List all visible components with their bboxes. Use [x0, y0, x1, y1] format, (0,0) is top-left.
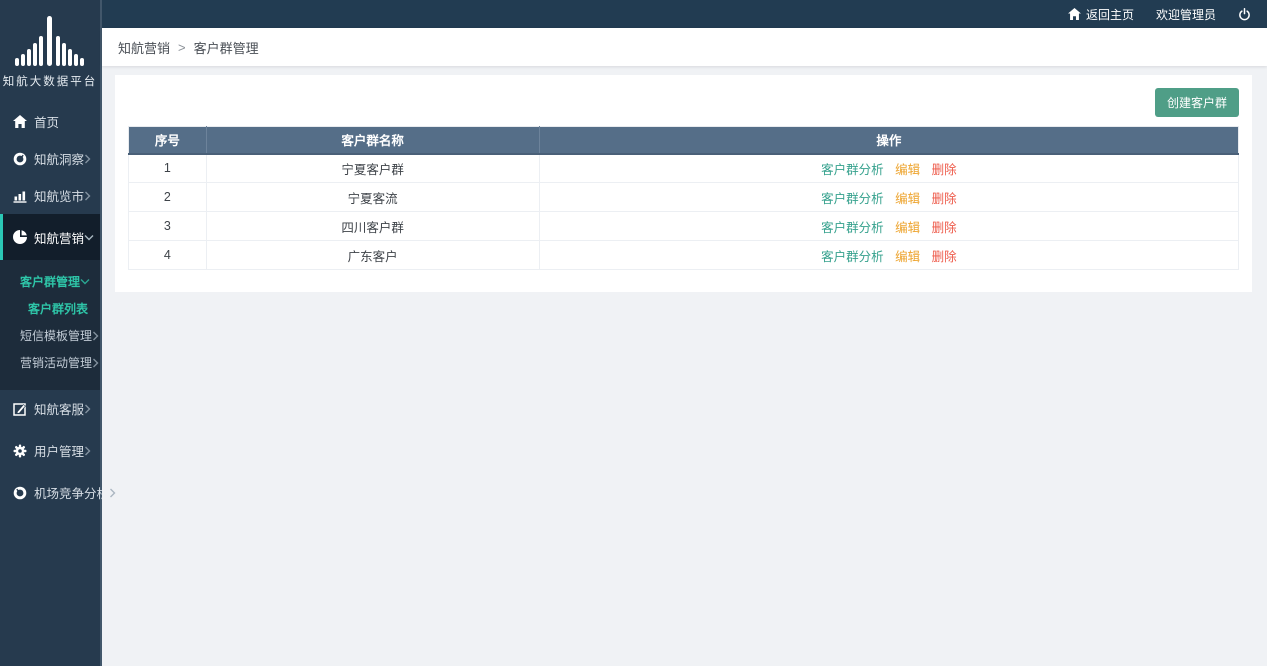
customer-group-panel: 创建客户群 序号 客户群名称 操作 1 宁夏客户群 客户群分析 编辑 删除 2 … [115, 75, 1252, 292]
bar-chart-icon [12, 189, 27, 203]
submenu-item-campaign-mgmt[interactable]: 营销活动管理 [0, 349, 100, 376]
submenu-item-label: 客户群管理 [20, 275, 81, 289]
chevron-right-icon [92, 358, 99, 368]
sidebar-item-label: 知航洞察 [34, 153, 85, 167]
delete-link[interactable]: 删除 [932, 221, 957, 235]
sidebar-item-label: 知航览市 [34, 190, 85, 204]
marketing-submenu: 客户群管理 客户群列表 短信模板管理 营销活动管理 [0, 260, 100, 390]
brand-logo-icon [15, 16, 84, 66]
chevron-down-icon [84, 234, 94, 241]
delete-link[interactable]: 删除 [932, 192, 957, 206]
cell-name: 广东客户 [205, 240, 540, 270]
sidebar-item-label: 知航客服 [34, 403, 85, 417]
header-name: 客户群名称 [206, 126, 540, 155]
gear-icon [12, 444, 27, 458]
delete-link[interactable]: 删除 [932, 250, 957, 264]
sidebar-item-label: 用户管理 [34, 445, 85, 459]
header-ops: 操作 [539, 126, 1239, 155]
edit-link[interactable]: 编辑 [895, 221, 920, 235]
cell-name: 宁夏客流 [205, 182, 540, 212]
back-home-label: 返回主页 [1085, 7, 1134, 22]
power-icon[interactable] [1238, 7, 1251, 21]
create-group-button[interactable]: 创建客户群 [1154, 88, 1239, 117]
table-row: 1 宁夏客户群 客户群分析 编辑 删除 [128, 153, 1240, 183]
sidebar-item-label: 知航营销 [34, 231, 85, 246]
insight-gauge-icon [12, 152, 27, 166]
cell-ops: 客户群分析 编辑 删除 [538, 240, 1240, 270]
cell-name: 宁夏客户群 [205, 153, 540, 183]
edit-link[interactable]: 编辑 [895, 163, 920, 177]
analyze-link[interactable]: 客户群分析 [821, 250, 884, 264]
header-no: 序号 [128, 126, 207, 155]
customer-group-table: 序号 客户群名称 操作 1 宁夏客户群 客户群分析 编辑 删除 2 宁夏客流 客… [128, 126, 1240, 270]
competition-gauge-icon [12, 486, 27, 500]
delete-link[interactable]: 删除 [932, 163, 957, 177]
cell-no: 2 [128, 182, 207, 212]
brand: 知航大数据平台 [0, 0, 100, 89]
table-header-row: 序号 客户群名称 操作 [128, 126, 1239, 155]
submenu-item-label: 客户群列表 [28, 302, 89, 316]
chevron-right-icon [84, 446, 91, 456]
sidebar: 知航大数据平台 首页 知航洞察 知航览市 知航营销 客户群管理 客户群列表 短信… [0, 0, 116, 666]
analyze-link[interactable]: 客户群分析 [821, 192, 884, 206]
cell-ops: 客户群分析 编辑 删除 [538, 211, 1240, 241]
cell-no: 4 [128, 240, 207, 270]
submenu-item-customer-group-list[interactable]: 客户群列表 [0, 295, 100, 322]
chevron-right-icon [109, 488, 116, 498]
analyze-link[interactable]: 客户群分析 [821, 221, 884, 235]
sidebar-item-users[interactable]: 用户管理 [0, 432, 100, 469]
chevron-right-icon [92, 331, 99, 341]
cell-name: 四川客户群 [205, 211, 540, 241]
cell-no: 3 [128, 211, 207, 241]
breadcrumb-item-marketing[interactable]: 知航营销 [118, 38, 170, 57]
table-row: 2 宁夏客流 客户群分析 编辑 删除 [128, 182, 1240, 212]
chevron-right-icon [84, 404, 91, 414]
app-root: 知航大数据平台 首页 知航洞察 知航览市 知航营销 客户群管理 客户群列表 短信… [0, 0, 1267, 666]
panel-toolbar: 创建客户群 [128, 88, 1239, 117]
submenu-item-label: 营销活动管理 [20, 356, 93, 370]
table-row: 4 广东客户 客户群分析 编辑 删除 [128, 240, 1240, 270]
analyze-link[interactable]: 客户群分析 [821, 163, 884, 177]
content-area: 创建客户群 序号 客户群名称 操作 1 宁夏客户群 客户群分析 编辑 删除 2 … [102, 66, 1267, 666]
topbar: 返回主页 欢迎管理员 [102, 0, 1267, 28]
chevron-down-icon [80, 278, 90, 285]
home-icon [12, 115, 27, 128]
edit-link[interactable]: 编辑 [895, 192, 920, 206]
breadcrumb-separator: > [178, 39, 186, 55]
cell-ops: 客户群分析 编辑 删除 [538, 182, 1240, 212]
edit-link[interactable]: 编辑 [895, 250, 920, 264]
sidebar-item-airport-competition[interactable]: 机场竞争分析 [0, 474, 116, 511]
sidebar-item-insight[interactable]: 知航洞察 [0, 140, 100, 177]
sidebar-group-marketing: 知航营销 客户群管理 客户群列表 短信模板管理 营销活动管理 [0, 214, 100, 390]
edit-square-icon [12, 402, 27, 416]
sidebar-menu: 首页 知航洞察 知航览市 知航营销 客户群管理 客户群列表 短信模板管理 营销活… [0, 103, 116, 511]
brand-name: 知航大数据平台 [2, 76, 98, 88]
sidebar-item-market[interactable]: 知航览市 [0, 177, 100, 214]
cell-ops: 客户群分析 编辑 删除 [538, 153, 1240, 183]
sidebar-item-label: 首页 [34, 116, 60, 130]
sidebar-item-service[interactable]: 知航客服 [0, 390, 100, 427]
sidebar-item-marketing[interactable]: 知航营销 [0, 214, 100, 260]
main-column: 返回主页 欢迎管理员 知航营销 > 客户群管理 创建客户群 序号 客户群名称 操… [102, 0, 1267, 666]
breadcrumb-item-customer-group: 客户群管理 [193, 40, 259, 56]
back-home-icon [1068, 8, 1081, 20]
cell-no: 1 [128, 153, 207, 183]
breadcrumb: 知航营销 > 客户群管理 [102, 28, 1267, 66]
welcome-text: 欢迎管理员 [1155, 7, 1216, 22]
back-home-link[interactable]: 返回主页 [1068, 6, 1134, 23]
table-row: 3 四川客户群 客户群分析 编辑 删除 [128, 211, 1240, 241]
chevron-right-icon [84, 154, 91, 164]
sidebar-item-label: 机场竞争分析 [34, 487, 110, 501]
sidebar-item-home[interactable]: 首页 [0, 103, 100, 140]
chevron-right-icon [84, 191, 91, 201]
submenu-item-label: 短信模板管理 [20, 329, 93, 343]
pie-chart-icon [12, 230, 27, 244]
submenu-item-sms-template[interactable]: 短信模板管理 [0, 322, 100, 349]
submenu-item-customer-group-mgmt[interactable]: 客户群管理 [0, 268, 100, 295]
